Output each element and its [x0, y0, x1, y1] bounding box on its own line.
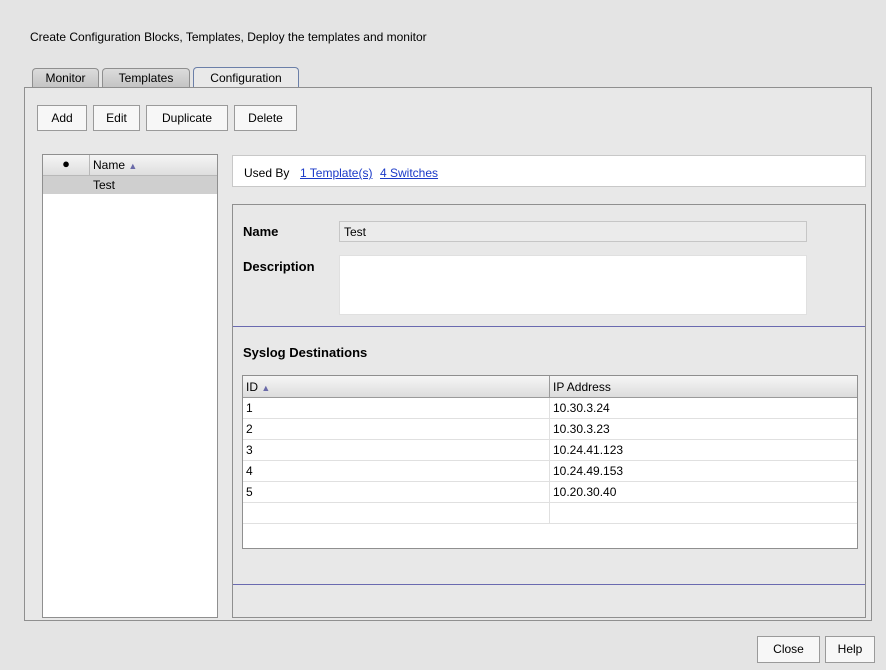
id-column-label: ID — [246, 380, 258, 394]
table-row[interactable]: 2 10.30.3.23 — [243, 419, 857, 440]
close-button[interactable]: Close — [757, 636, 820, 663]
delete-button[interactable]: Delete — [234, 105, 297, 131]
help-button[interactable]: Help — [825, 636, 875, 663]
duplicate-button[interactable]: Duplicate — [146, 105, 228, 131]
syslog-destinations-title: Syslog Destinations — [243, 345, 368, 360]
name-label: Name — [243, 224, 279, 239]
table-row[interactable]: 1 10.30.3.24 — [243, 398, 857, 419]
list-item-name: Test — [93, 178, 116, 192]
list-item[interactable]: Test — [43, 176, 217, 194]
list-header: ● Name ▲ — [43, 155, 217, 176]
ip-column-header[interactable]: IP Address — [550, 376, 857, 398]
table-row[interactable]: 5 10.20.30.40 — [243, 482, 857, 503]
row-id: 1 — [246, 401, 253, 415]
divider — [233, 326, 865, 327]
used-by-bar: Used By 1 Template(s) 4 Switches — [232, 155, 866, 187]
syslog-table: ID ▲ IP Address 1 10.30.3.24 2 10.30.3.2… — [242, 375, 858, 549]
edit-button[interactable]: Edit — [93, 105, 140, 131]
table-row[interactable]: 3 10.24.41.123 — [243, 440, 857, 461]
row-id: 5 — [246, 485, 253, 499]
row-id: 2 — [246, 422, 253, 436]
sort-ascending-icon: ▲ — [261, 383, 271, 393]
table-row — [243, 503, 857, 524]
row-ip: 10.24.41.123 — [553, 443, 624, 457]
table-row[interactable]: 4 10.24.49.153 — [243, 461, 857, 482]
row-ip: 10.20.30.40 — [553, 485, 617, 499]
tab-templates[interactable]: Templates — [102, 68, 190, 87]
detail-panel: Name Test Description Syslog Destination… — [232, 204, 866, 618]
name-field[interactable]: Test — [339, 221, 807, 242]
switches-link[interactable]: 4 Switches — [380, 166, 438, 180]
templates-link[interactable]: 1 Template(s) — [300, 166, 372, 180]
tab-configuration[interactable]: Configuration — [193, 67, 299, 88]
row-ip: 10.30.3.23 — [553, 422, 610, 436]
row-id: 4 — [246, 464, 253, 478]
add-button[interactable]: Add — [37, 105, 87, 131]
row-ip: 10.24.49.153 — [553, 464, 624, 478]
name-column-header[interactable]: Name ▲ — [93, 158, 137, 172]
detail-content: Name Test Description Syslog Destination… — [233, 205, 865, 585]
used-by-label: Used By — [244, 166, 290, 180]
bullet-icon[interactable]: ● — [43, 155, 90, 175]
sort-ascending-icon: ▲ — [128, 161, 138, 171]
page-description: Create Configuration Blocks, Templates, … — [30, 30, 427, 44]
description-field[interactable] — [339, 255, 807, 315]
config-block-list: ● Name ▲ Test — [42, 154, 218, 618]
row-id: 3 — [246, 443, 253, 457]
row-ip: 10.30.3.24 — [553, 401, 610, 415]
id-column-header[interactable]: ID ▲ — [243, 376, 550, 398]
description-label: Description — [243, 259, 315, 274]
tab-monitor[interactable]: Monitor — [32, 68, 99, 87]
name-column-label: Name — [93, 158, 126, 172]
